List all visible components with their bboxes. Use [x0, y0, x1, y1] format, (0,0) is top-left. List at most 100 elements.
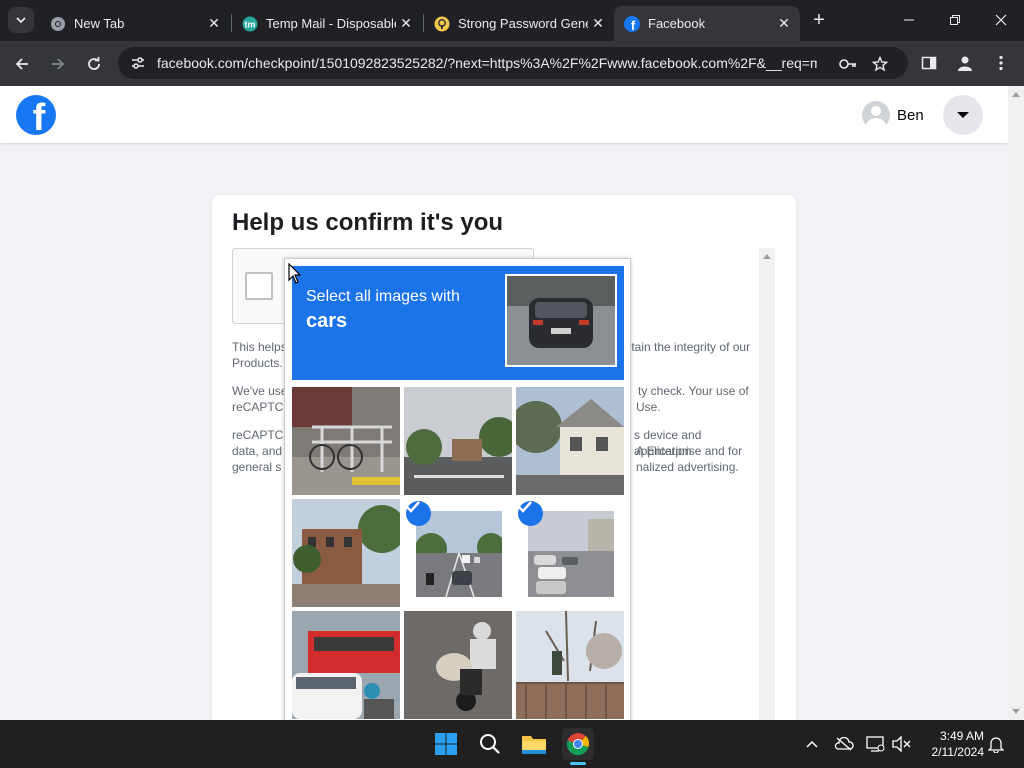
forward-button[interactable]	[45, 51, 71, 77]
reload-icon	[88, 57, 100, 70]
site-settings-icon[interactable]	[130, 55, 146, 71]
tile-image	[292, 499, 400, 607]
minimize-icon	[904, 19, 914, 21]
show-hidden-icons-button[interactable]	[802, 734, 822, 754]
page-title: Help us confirm it's you	[232, 209, 504, 236]
paragraph-text: Use.	[636, 400, 661, 414]
close-icon	[995, 14, 1007, 26]
paragraph-text: general s	[232, 460, 282, 474]
tile-image	[516, 611, 624, 719]
scroll-up-arrow[interactable]	[1012, 92, 1020, 97]
side-panel-button[interactable]	[917, 51, 941, 75]
chrome-taskbar-button[interactable]	[562, 728, 594, 760]
arrow-right-icon	[52, 58, 65, 70]
account-menu-button[interactable]	[943, 95, 983, 135]
file-explorer-button[interactable]	[518, 728, 550, 760]
search-button[interactable]	[474, 728, 506, 760]
recaptcha-checkbox[interactable]	[245, 272, 273, 300]
paragraph-text: A Enterprise and for	[636, 444, 743, 458]
svg-text:f: f	[631, 18, 636, 32]
address-bar[interactable]: facebook.com/checkpoint/1501092823525282…	[118, 47, 908, 79]
paragraph-text: intain the integrity of our	[622, 340, 751, 354]
new-tab-button[interactable]: +	[808, 9, 830, 31]
active-app-indicator	[570, 762, 586, 765]
browser-tab-bar: New Tab ✕ tm Temp Mail - Disposable ✕ St…	[0, 0, 1024, 41]
facebook-logo[interactable]: f	[16, 95, 56, 135]
bookmark-button[interactable]	[870, 54, 890, 74]
tile-image	[292, 611, 400, 719]
minimize-button[interactable]	[886, 0, 932, 40]
close-tab-icon[interactable]: ✕	[588, 14, 608, 34]
password-key-button[interactable]	[838, 54, 858, 74]
tab-title: Temp Mail - Disposable	[266, 16, 396, 31]
network-button[interactable]	[866, 734, 886, 754]
close-tab-icon[interactable]: ✕	[396, 14, 416, 34]
onedrive-button[interactable]	[834, 734, 854, 754]
svg-text:tm: tm	[245, 19, 256, 29]
start-button[interactable]	[430, 728, 462, 760]
close-tab-icon[interactable]: ✕	[774, 14, 794, 34]
search-icon	[480, 734, 500, 754]
tile-image	[516, 387, 624, 495]
url-text: facebook.com/checkpoint/1501092823525282…	[157, 55, 817, 71]
notifications-button[interactable]	[986, 734, 1006, 754]
facebook-header: f Ben	[0, 86, 1008, 143]
image-tile[interactable]	[516, 611, 624, 719]
mouse-cursor-icon	[288, 263, 302, 284]
paragraph-text: data, and	[232, 444, 283, 458]
tab-temp-mail[interactable]: tm Temp Mail - Disposable ✕	[232, 6, 422, 41]
tab-facebook[interactable]: f Facebook ✕	[614, 6, 800, 41]
paragraph-text: We've use	[232, 384, 288, 398]
image-tile[interactable]	[516, 387, 624, 495]
profile-button[interactable]	[953, 51, 977, 75]
facebook-icon: f	[624, 15, 640, 32]
image-tile[interactable]	[404, 387, 512, 495]
avatar	[862, 101, 890, 129]
volume-button[interactable]	[892, 734, 912, 754]
more-vertical-icon	[999, 55, 1003, 71]
challenge-instruction: Select all images with	[306, 288, 460, 305]
caret-down-icon	[957, 112, 969, 118]
image-tile-selected[interactable]	[516, 499, 624, 607]
tab-password-generator[interactable]: Strong Password Generator ✕	[424, 6, 614, 41]
arrow-left-icon	[15, 58, 28, 70]
close-tab-icon[interactable]: ✕	[204, 14, 224, 34]
clock[interactable]: 3:49 AM 2/11/2024	[918, 728, 985, 760]
image-tile[interactable]	[292, 387, 400, 495]
scroll-down-arrow[interactable]	[1012, 709, 1020, 714]
recaptcha-challenge: Select all images with cars	[284, 258, 631, 728]
chevron-up-icon	[806, 740, 818, 748]
content-scrollbar[interactable]	[759, 248, 775, 720]
chrome-icon	[566, 733, 590, 756]
clock-time: 3:49 AM	[939, 729, 984, 743]
image-tile[interactable]	[292, 611, 400, 719]
image-tile[interactable]	[404, 611, 512, 719]
bell-icon	[988, 737, 1004, 753]
user-name: Ben	[897, 106, 924, 124]
tab-new-tab[interactable]: New Tab ✕	[40, 6, 230, 41]
back-button[interactable]	[9, 51, 35, 77]
image-tile[interactable]	[292, 499, 400, 607]
close-window-button[interactable]	[978, 0, 1024, 40]
restore-icon	[950, 15, 960, 25]
tab-search-button[interactable]	[8, 7, 34, 33]
scroll-up-arrow[interactable]	[763, 254, 771, 259]
paragraph-text: reCAPTC	[232, 400, 284, 414]
checkmark-icon	[518, 501, 543, 526]
challenge-target: cars	[306, 310, 348, 332]
tile-image	[416, 511, 502, 597]
tab-title: Strong Password Generator	[458, 16, 588, 31]
tab-title: Facebook	[648, 16, 706, 31]
page-scrollbar[interactable]	[1008, 86, 1024, 720]
challenge-grid	[292, 387, 624, 719]
tempmail-icon: tm	[242, 16, 258, 31]
network-icon	[866, 736, 885, 752]
reload-button[interactable]	[81, 51, 107, 77]
browser-menu-button[interactable]	[989, 51, 1013, 75]
image-tile-selected[interactable]	[404, 499, 512, 607]
paragraph-text: Products.	[232, 356, 283, 370]
chevron-down-icon	[16, 17, 26, 24]
restore-button[interactable]	[932, 0, 978, 40]
profile-chip[interactable]: Ben	[862, 100, 924, 130]
paragraph-text: reCAPTC	[232, 428, 284, 442]
